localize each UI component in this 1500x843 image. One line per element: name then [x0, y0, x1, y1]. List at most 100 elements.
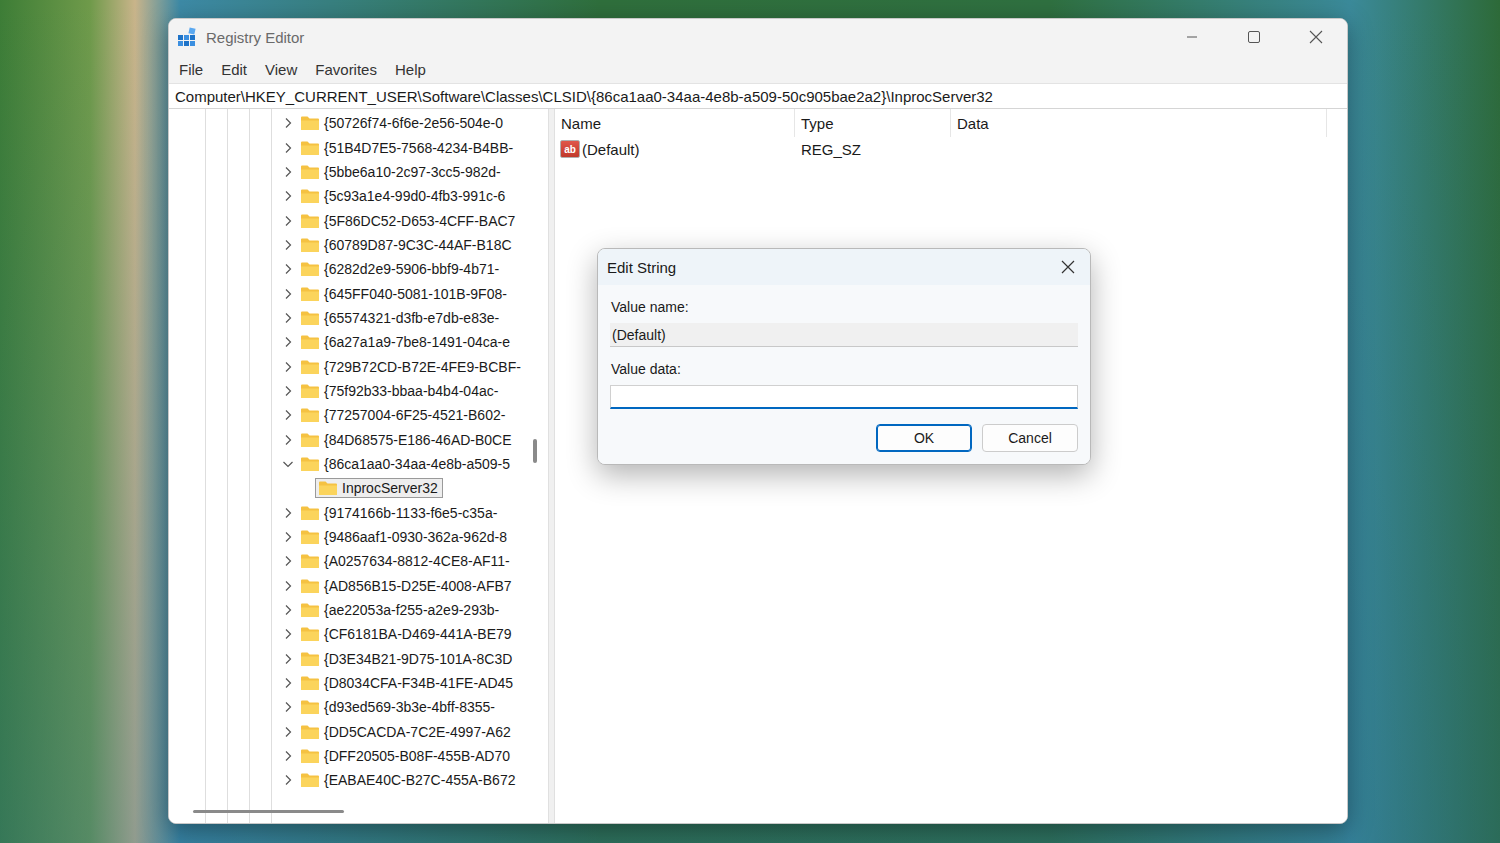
vertical-scrollbar[interactable] [533, 439, 537, 463]
tree-item[interactable]: {6282d2e9-5906-bbf9-4b71- [169, 257, 548, 281]
tree-node[interactable]: {DFF20505-B08F-455B-AD70 [297, 746, 515, 766]
tree-item[interactable]: InprocServer32 [169, 476, 548, 500]
chevron-right-icon[interactable] [282, 288, 294, 300]
tree-item[interactable]: {65574321-d3fb-e7db-e83e- [169, 306, 548, 330]
tree-item[interactable]: {86ca1aa0-34aa-4e8b-a509-5 [169, 452, 548, 476]
chevron-right-icon[interactable] [282, 507, 294, 519]
chevron-right-icon[interactable] [282, 701, 294, 713]
tree-node[interactable]: {DD5CACDA-7C2E-4997-A62 [297, 722, 516, 742]
tree-node[interactable]: InprocServer32 [315, 478, 443, 498]
tree-item[interactable]: {D8034CFA-F34B-41FE-AD45 [169, 671, 548, 695]
tree-node[interactable]: {6282d2e9-5906-bbf9-4b71- [297, 259, 504, 279]
tree-node[interactable]: {645FF040-5081-101B-9F08- [297, 284, 512, 304]
chevron-right-icon[interactable] [282, 263, 294, 275]
tree-node[interactable]: {5F86DC52-D653-4CFF-BAC7 [297, 211, 520, 231]
tree-item[interactable]: {DFF20505-B08F-455B-AD70 [169, 744, 548, 768]
tree-node[interactable]: {65574321-d3fb-e7db-e83e- [297, 308, 504, 328]
chevron-right-icon[interactable] [282, 166, 294, 178]
chevron-right-icon[interactable] [282, 628, 294, 640]
tree-item[interactable]: {ae22053a-f255-a2e9-293b- [169, 598, 548, 622]
tree-item[interactable]: {5bbe6a10-2c97-3cc5-982d- [169, 160, 548, 184]
tree-node[interactable]: {A0257634-8812-4CE8-AF11- [297, 551, 515, 571]
menu-item[interactable]: Edit [212, 61, 256, 78]
chevron-right-icon[interactable] [282, 385, 294, 397]
menu-item[interactable]: View [256, 61, 306, 78]
chevron-right-icon[interactable] [282, 409, 294, 421]
tree-item[interactable]: {D3E34B21-9D75-101A-8C3D [169, 647, 548, 671]
tree-node[interactable]: {D3E34B21-9D75-101A-8C3D [297, 649, 517, 669]
chevron-right-icon[interactable] [282, 434, 294, 446]
value-data-input[interactable] [610, 385, 1078, 409]
tree-node[interactable]: {9174166b-1133-f6e5-c35a- [297, 503, 502, 523]
tree-node[interactable]: {60789D87-9C3C-44AF-B18C [297, 235, 517, 255]
tree-item[interactable]: {A0257634-8812-4CE8-AF11- [169, 549, 548, 573]
tree-item[interactable]: {51B4D7E5-7568-4234-B4BB- [169, 135, 548, 159]
dialog-button[interactable]: OK [876, 424, 972, 452]
tree-node[interactable]: {AD856B15-D25E-4008-AFB7 [297, 576, 517, 596]
chevron-right-icon[interactable] [282, 604, 294, 616]
chevron-right-icon[interactable] [282, 361, 294, 373]
value-row[interactable]: ab(Default)REG_SZ [555, 137, 1347, 161]
tree-node[interactable]: {5bbe6a10-2c97-3cc5-982d- [297, 162, 506, 182]
tree-item[interactable]: {50726f74-6f6e-2e56-504e-0 [169, 111, 548, 135]
horizontal-scrollbar[interactable] [193, 810, 344, 813]
menu-item[interactable]: File [170, 61, 212, 78]
tree-node[interactable]: {ae22053a-f255-a2e9-293b- [297, 600, 504, 620]
chevron-right-icon[interactable] [282, 580, 294, 592]
chevron-right-icon[interactable] [282, 142, 294, 154]
tree-item[interactable]: {9486aaf1-0930-362a-962d-8 [169, 525, 548, 549]
chevron-right-icon[interactable] [282, 677, 294, 689]
chevron-right-icon[interactable] [282, 653, 294, 665]
tree-item[interactable]: {645FF040-5081-101B-9F08- [169, 281, 548, 305]
tree-item[interactable]: {5c93a1e4-99d0-4fb3-991c-6 [169, 184, 548, 208]
tree-item[interactable]: {77257004-6F25-4521-B602- [169, 403, 548, 427]
tree-node[interactable]: {D8034CFA-F34B-41FE-AD45 [297, 673, 518, 693]
chevron-right-icon[interactable] [282, 312, 294, 324]
chevron-right-icon[interactable] [282, 190, 294, 202]
chevron-right-icon[interactable] [282, 726, 294, 738]
tree-item[interactable]: {9174166b-1133-f6e5-c35a- [169, 501, 548, 525]
tree-node[interactable]: {EABAE40C-B27C-455A-B672 [297, 770, 520, 790]
close-button[interactable] [1285, 19, 1347, 55]
chevron-right-icon[interactable] [282, 239, 294, 251]
chevron-right-icon[interactable] [282, 117, 294, 129]
minimize-button[interactable] [1161, 19, 1223, 55]
tree-node[interactable]: {9486aaf1-0930-362a-962d-8 [297, 527, 512, 547]
tree-item[interactable]: {6a27a1a9-7be8-1491-04ca-e [169, 330, 548, 354]
column-header[interactable]: Type [795, 109, 951, 137]
tree-node[interactable]: {86ca1aa0-34aa-4e8b-a509-5 [297, 454, 515, 474]
chevron-right-icon[interactable] [282, 531, 294, 543]
maximize-button[interactable] [1223, 19, 1285, 55]
column-header[interactable]: Data [951, 109, 1327, 137]
menu-item[interactable]: Favorites [306, 61, 386, 78]
tree-item[interactable]: {60789D87-9C3C-44AF-B18C [169, 233, 548, 257]
tree-node[interactable]: {d93ed569-3b3e-4bff-8355- [297, 697, 500, 717]
address-bar[interactable]: Computer\HKEY_CURRENT_USER\Software\Clas… [169, 83, 1347, 109]
pane-splitter[interactable] [548, 109, 555, 823]
tree-node[interactable]: {CF6181BA-D469-441A-BE79 [297, 624, 517, 644]
tree-node[interactable]: {729B72CD-B72E-4FE9-BCBF- [297, 357, 526, 377]
tree-node[interactable]: {50726f74-6f6e-2e56-504e-0 [297, 113, 508, 133]
tree-node[interactable]: {5c93a1e4-99d0-4fb3-991c-6 [297, 186, 510, 206]
chevron-right-icon[interactable] [282, 555, 294, 567]
tree-item[interactable]: {d93ed569-3b3e-4bff-8355- [169, 695, 548, 719]
tree-item[interactable]: {EABAE40C-B27C-455A-B672 [169, 768, 548, 792]
tree-item[interactable]: {CF6181BA-D469-441A-BE79 [169, 622, 548, 646]
tree-node[interactable]: {75f92b33-bbaa-b4b4-04ac- [297, 381, 503, 401]
tree-node[interactable]: {51B4D7E5-7568-4234-B4BB- [297, 138, 518, 158]
dialog-button[interactable]: Cancel [982, 424, 1078, 452]
tree-item[interactable]: {729B72CD-B72E-4FE9-BCBF- [169, 354, 548, 378]
chevron-right-icon[interactable] [282, 336, 294, 348]
tree-node[interactable]: {6a27a1a9-7be8-1491-04ca-e [297, 332, 515, 352]
tree-item[interactable]: {5F86DC52-D653-4CFF-BAC7 [169, 208, 548, 232]
chevron-right-icon[interactable] [282, 774, 294, 786]
tree-item[interactable]: {AD856B15-D25E-4008-AFB7 [169, 574, 548, 598]
chevron-down-icon[interactable] [282, 458, 294, 470]
chevron-right-icon[interactable] [282, 750, 294, 762]
tree-item[interactable]: {DD5CACDA-7C2E-4997-A62 [169, 720, 548, 744]
chevron-right-icon[interactable] [282, 215, 294, 227]
dialog-close-button[interactable] [1046, 249, 1090, 285]
tree-node[interactable]: {84D68575-E186-46AD-B0CE [297, 430, 517, 450]
tree-item[interactable]: {75f92b33-bbaa-b4b4-04ac- [169, 379, 548, 403]
menu-item[interactable]: Help [386, 61, 435, 78]
